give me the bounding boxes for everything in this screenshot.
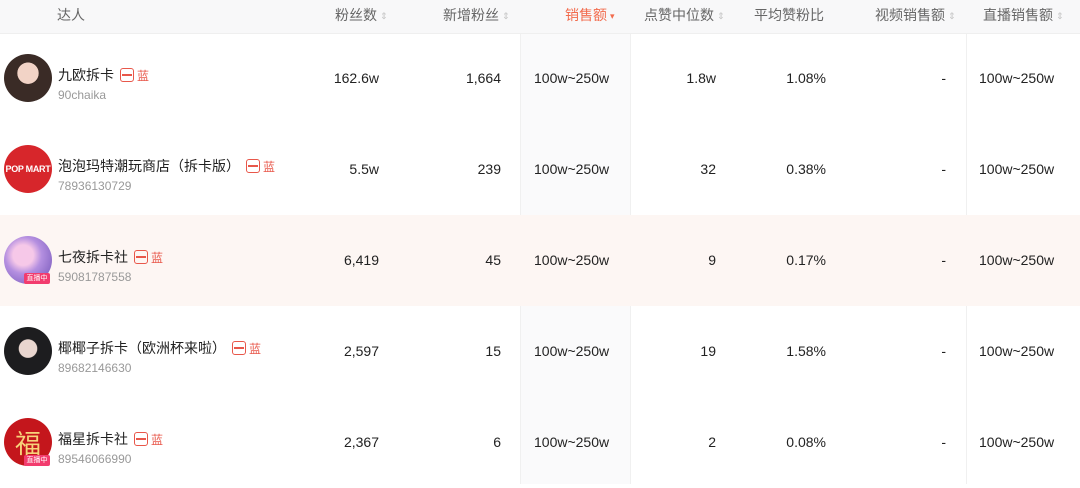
video-sales-value: - xyxy=(941,161,946,177)
fans-value: 2,367 xyxy=(343,434,379,450)
influencer-table: 九欧拆卡蓝 90chaika 162.6w 1,664 100w~250w 1.… xyxy=(0,0,1080,484)
fans-value: 162.6w xyxy=(333,70,379,86)
blue-v-badge: 蓝 xyxy=(137,69,150,83)
new-fans-value: 6 xyxy=(493,434,501,450)
like-median-value: 1.8w xyxy=(686,70,716,86)
sales-value: 100w~250w xyxy=(534,161,610,177)
shop-badge-icon xyxy=(134,250,148,264)
sales-value: 100w~250w xyxy=(534,252,610,268)
avg-like-ratio-value: 0.38% xyxy=(786,161,826,177)
avg-like-ratio-value: 1.08% xyxy=(786,70,826,86)
shop-badge-icon xyxy=(232,341,246,355)
fans-value: 6,419 xyxy=(343,252,379,268)
like-median-value: 19 xyxy=(700,343,716,359)
header-like-median[interactable]: 点赞中位数 ⇕ xyxy=(644,0,725,33)
influencer-name[interactable]: 七夜拆卡社蓝 xyxy=(58,247,163,267)
header-avg-like-ratio[interactable]: 平均赞粉比 xyxy=(754,0,824,33)
avg-like-ratio-value: 0.17% xyxy=(786,252,826,268)
header-new-fans[interactable]: 新增粉丝 ⇕ xyxy=(443,0,510,33)
blue-v-badge: 蓝 xyxy=(263,160,276,174)
table-row[interactable]: 椰椰子拆卡（欧洲杯来啦）蓝 89682146630 2,597 15 100w~… xyxy=(0,306,1080,397)
sales-value: 100w~250w xyxy=(534,343,610,359)
influencer-name[interactable]: 椰椰子拆卡（欧洲杯来啦）蓝 xyxy=(58,338,261,358)
live-sales-value: 100w~250w xyxy=(979,161,1055,177)
live-sales-value: 100w~250w xyxy=(979,252,1055,268)
live-sales-value: 100w~250w xyxy=(979,343,1055,359)
influencer-uid: 89682146630 xyxy=(58,361,132,375)
fans-value: 5.5w xyxy=(349,161,379,177)
shop-badge-icon xyxy=(120,68,134,82)
avatar[interactable]: 直播中 xyxy=(4,236,52,284)
influencer-uid: 59081787558 xyxy=(58,270,132,284)
sort-desc-icon: ▾ xyxy=(610,11,615,21)
live-sales-value: 100w~250w xyxy=(979,70,1055,86)
blue-v-badge: 蓝 xyxy=(151,433,164,447)
avg-like-ratio-value: 1.58% xyxy=(786,343,826,359)
like-median-value: 9 xyxy=(708,252,716,268)
sort-icon: ⇕ xyxy=(717,11,725,21)
header-sales[interactable]: 销售额 ▾ xyxy=(565,0,615,33)
header-influencer: 达人 xyxy=(57,7,85,23)
influencer-uid: 90chaika xyxy=(58,88,107,102)
header-video-sales[interactable]: 视频销售额 ⇕ xyxy=(875,0,956,33)
like-median-value: 2 xyxy=(708,434,716,450)
new-fans-value: 239 xyxy=(477,161,501,177)
header-live-sales[interactable]: 直播销售额 ⇕ xyxy=(983,0,1064,33)
influencer-uid: 89546066990 xyxy=(58,452,132,466)
like-median-value: 32 xyxy=(700,161,716,177)
influencer-uid: 78936130729 xyxy=(58,179,132,193)
video-sales-value: - xyxy=(941,434,946,450)
avatar[interactable] xyxy=(4,327,52,375)
fans-value: 2,597 xyxy=(343,343,379,359)
sort-icon: ⇕ xyxy=(380,11,388,21)
sort-icon: ⇕ xyxy=(948,11,956,21)
avatar[interactable]: 福 直播中 xyxy=(4,418,52,466)
avatar[interactable] xyxy=(4,54,52,102)
table-row[interactable]: 福 直播中 福星拆卡社蓝 89546066990 2,367 6 100w~25… xyxy=(0,397,1080,488)
new-fans-value: 15 xyxy=(485,343,501,359)
sort-icon: ⇕ xyxy=(502,11,510,21)
sales-value: 100w~250w xyxy=(534,434,610,450)
new-fans-value: 1,664 xyxy=(465,70,501,86)
sort-icon: ⇕ xyxy=(1056,11,1064,21)
live-badge: 直播中 xyxy=(24,455,50,466)
table-row[interactable]: POP MART 泡泡玛特潮玩商店（拆卡版）蓝 78936130729 5.5w… xyxy=(0,124,1080,215)
table-row[interactable]: 九欧拆卡蓝 90chaika 162.6w 1,664 100w~250w 1.… xyxy=(0,33,1080,124)
influencer-name[interactable]: 九欧拆卡蓝 xyxy=(58,65,149,85)
shop-badge-icon xyxy=(246,159,260,173)
live-sales-value: 100w~250w xyxy=(979,434,1055,450)
influencer-name[interactable]: 福星拆卡社蓝 xyxy=(58,429,163,449)
blue-v-badge: 蓝 xyxy=(249,342,262,356)
video-sales-value: - xyxy=(941,252,946,268)
influencer-name[interactable]: 泡泡玛特潮玩商店（拆卡版）蓝 xyxy=(58,156,275,176)
new-fans-value: 45 xyxy=(485,252,501,268)
avatar[interactable]: POP MART xyxy=(4,145,52,193)
shop-badge-icon xyxy=(134,432,148,446)
table-row[interactable]: 直播中 七夜拆卡社蓝 59081787558 6,419 45 100w~250… xyxy=(0,215,1080,306)
avg-like-ratio-value: 0.08% xyxy=(786,434,826,450)
header-fans[interactable]: 粉丝数 ⇕ xyxy=(335,0,388,33)
blue-v-badge: 蓝 xyxy=(151,251,164,265)
table-header: 达人 粉丝数 ⇕ 新增粉丝 ⇕ 销售额 ▾ 点赞中位数 ⇕ 平均赞粉比 视频销售额 ⇕ 直… xyxy=(0,0,1080,34)
video-sales-value: - xyxy=(941,70,946,86)
live-badge: 直播中 xyxy=(24,273,50,284)
sales-value: 100w~250w xyxy=(534,70,610,86)
pop-mart-logo: POP MART xyxy=(5,164,51,174)
video-sales-value: - xyxy=(941,343,946,359)
